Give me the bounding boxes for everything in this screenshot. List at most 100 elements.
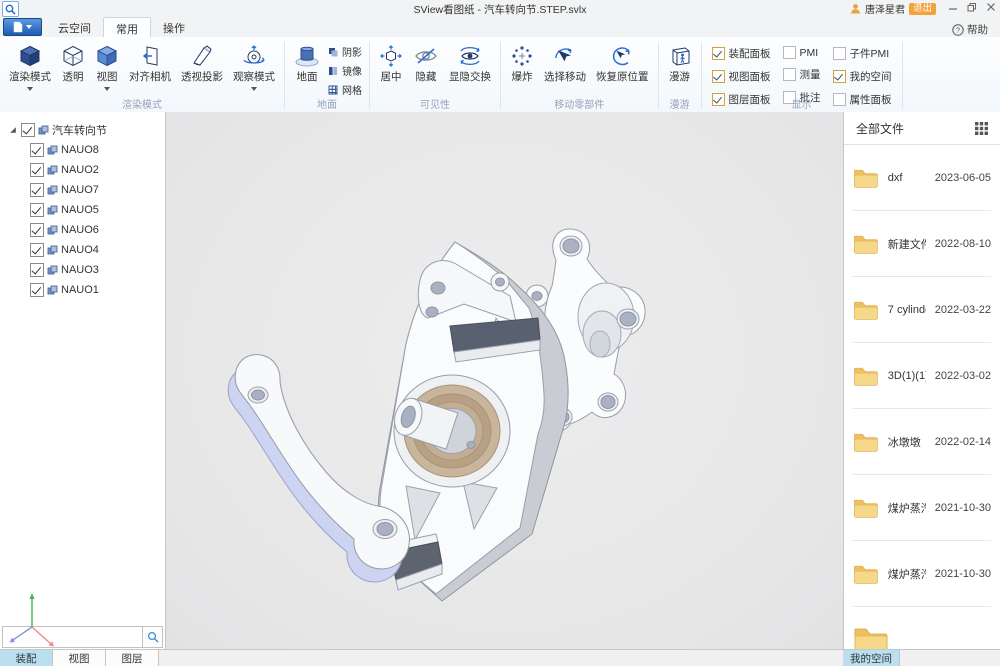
transparent-button[interactable]: 透明 bbox=[56, 40, 90, 92]
tree-root-item[interactable]: 汽车转向节 bbox=[0, 120, 165, 140]
file-item[interactable]: 7 cylinde... 2022-03-22 bbox=[844, 277, 1000, 343]
display-toggle-checkbox[interactable]: 视图面板 bbox=[712, 69, 771, 84]
help-button[interactable]: ? 帮助 bbox=[952, 22, 988, 37]
hide-button[interactable]: 隐藏 bbox=[408, 40, 444, 92]
file-date: 2022-03-22 bbox=[935, 304, 991, 316]
checkbox-box-icon bbox=[833, 70, 846, 83]
center-button[interactable]: 居中 bbox=[374, 40, 408, 92]
file-menu-button[interactable] bbox=[3, 18, 42, 36]
bottom-tab-views[interactable]: 视图 bbox=[53, 650, 106, 666]
tree-root-checkbox[interactable] bbox=[21, 123, 35, 137]
view-button[interactable]: 视图 bbox=[90, 40, 124, 92]
tree-item[interactable]: NAUO2 bbox=[0, 160, 165, 180]
observe-mode-button[interactable]: 观察模式 bbox=[228, 40, 280, 92]
assembly-icon bbox=[38, 125, 49, 136]
file-item[interactable]: 冰墩墩 2022-02-14 bbox=[844, 409, 1000, 475]
files-panel-title: 全部文件 bbox=[856, 120, 904, 137]
perspective-button[interactable]: 透视投影 bbox=[176, 40, 228, 92]
folder-icon bbox=[853, 625, 889, 650]
tree-item-checkbox[interactable] bbox=[30, 163, 44, 177]
tree-item[interactable]: NAUO3 bbox=[0, 260, 165, 280]
help-icon: ? bbox=[952, 24, 964, 36]
align-camera-button[interactable]: 对齐相机 bbox=[124, 40, 176, 92]
shadow-button[interactable]: 阴影 bbox=[325, 42, 365, 61]
tree-item-label: NAUO7 bbox=[61, 184, 99, 196]
tree-item[interactable]: NAUO8 bbox=[0, 140, 165, 160]
mirror-icon bbox=[328, 66, 338, 76]
tree-item-label: NAUO1 bbox=[61, 284, 99, 296]
explode-button[interactable]: 爆炸 bbox=[505, 40, 539, 92]
tree-search-row bbox=[2, 626, 163, 648]
display-toggle-checkbox[interactable]: 子件PMI bbox=[833, 46, 892, 61]
tree-expander-icon[interactable] bbox=[8, 126, 18, 134]
window-title: SView看图纸 - 汽车转向节.STEP.svlx bbox=[414, 2, 587, 17]
render-mode-button[interactable]: 渲染模式 bbox=[4, 40, 56, 92]
display-toggle-checkbox[interactable]: 装配面板 bbox=[712, 46, 771, 61]
file-item[interactable]: 3D(1)(1) 2022-03-02 bbox=[844, 343, 1000, 409]
swap-visibility-button[interactable]: 显隐交换 bbox=[444, 40, 496, 92]
mirror-button[interactable]: 镜像 bbox=[325, 61, 365, 80]
dropdown-caret-icon bbox=[104, 87, 110, 91]
tab-common[interactable]: 常用 bbox=[103, 17, 151, 37]
checkbox-label: 视图面板 bbox=[729, 69, 771, 84]
restore-position-button[interactable]: 恢复原位置 bbox=[591, 40, 654, 92]
file-item[interactable]: 新建文件... 2022-08-10 bbox=[844, 211, 1000, 277]
perspective-projection-icon bbox=[190, 41, 214, 71]
minimize-button[interactable] bbox=[948, 2, 958, 12]
tree-item-checkbox[interactable] bbox=[30, 203, 44, 217]
restore-button[interactable] bbox=[967, 2, 977, 12]
tree-item-checkbox[interactable] bbox=[30, 183, 44, 197]
tree-item[interactable]: NAUO6 bbox=[0, 220, 165, 240]
tree-item[interactable]: NAUO1 bbox=[0, 280, 165, 300]
display-toggle-checkbox[interactable]: 测量 bbox=[783, 67, 821, 82]
bottom-tab-my-space[interactable]: 我的空间 bbox=[843, 650, 900, 666]
tree-item[interactable]: NAUO7 bbox=[0, 180, 165, 200]
group-label: 渲染模式 bbox=[0, 96, 284, 111]
part-icon bbox=[47, 145, 58, 156]
logout-button[interactable]: 退出 bbox=[909, 3, 936, 15]
tree-item-checkbox[interactable] bbox=[30, 223, 44, 237]
quick-access-zoom-icon[interactable] bbox=[2, 1, 19, 17]
title-bar: SView看图纸 - 汽车转向节.STEP.svlx 唐泽星君 退出 bbox=[0, 0, 1000, 37]
display-toggle-checkbox[interactable]: 我的空间 bbox=[833, 69, 892, 84]
tree-item-checkbox[interactable] bbox=[30, 143, 44, 157]
3d-viewport[interactable] bbox=[166, 112, 843, 650]
3d-model-steering-knuckle[interactable] bbox=[166, 112, 843, 650]
tree-item[interactable]: NAUO5 bbox=[0, 200, 165, 220]
file-menu-caret-icon bbox=[26, 25, 32, 29]
search-input[interactable] bbox=[2, 626, 143, 648]
tree-item-checkbox[interactable] bbox=[30, 283, 44, 297]
group-label: 漫游 bbox=[659, 96, 701, 111]
group-label: 可见性 bbox=[370, 96, 500, 111]
tree-item-checkbox[interactable] bbox=[30, 263, 44, 277]
tree-item-checkbox[interactable] bbox=[30, 243, 44, 257]
file-name: 7 cylinde... bbox=[888, 304, 926, 316]
tree-item[interactable]: NAUO4 bbox=[0, 240, 165, 260]
file-item[interactable]: 煤炉蒸汽... 2021-10-30 bbox=[844, 475, 1000, 541]
part-icon bbox=[47, 245, 58, 256]
roam-button[interactable]: 漫游 bbox=[663, 40, 697, 92]
file-date: 2022-03-02 bbox=[935, 370, 991, 382]
display-toggle-checkbox[interactable]: PMI bbox=[783, 46, 821, 59]
file-name: 煤炉蒸汽... bbox=[888, 500, 926, 516]
folder-icon bbox=[853, 229, 879, 259]
search-button[interactable] bbox=[143, 626, 163, 648]
user-avatar-icon[interactable] bbox=[850, 3, 861, 14]
bottom-tab-assembly[interactable]: 装配 bbox=[0, 650, 53, 666]
bottom-tab-layers[interactable]: 图层 bbox=[106, 650, 159, 666]
file-item[interactable]: 煤炉蒸汽炉 2021-10-30 bbox=[844, 541, 1000, 607]
tab-cloud-space[interactable]: 云空间 bbox=[46, 17, 103, 37]
ground-button[interactable]: 地面 bbox=[289, 40, 325, 92]
file-item[interactable] bbox=[844, 607, 1000, 650]
file-item[interactable]: dxf 2023-06-05 bbox=[844, 145, 1000, 211]
folder-icon bbox=[853, 559, 879, 589]
checkbox-label: 我的空间 bbox=[850, 69, 892, 84]
folder-icon bbox=[853, 295, 879, 325]
tree-item-label: NAUO5 bbox=[61, 204, 99, 216]
ribbon-group-ground: 地面 阴影 镜像 网格 地面 bbox=[285, 37, 369, 112]
close-button[interactable] bbox=[986, 2, 996, 12]
select-move-button[interactable]: 选择移动 bbox=[539, 40, 591, 92]
tab-operate[interactable]: 操作 bbox=[151, 17, 197, 37]
grid-view-icon[interactable] bbox=[975, 122, 988, 135]
file-date: 2023-06-05 bbox=[935, 172, 991, 184]
